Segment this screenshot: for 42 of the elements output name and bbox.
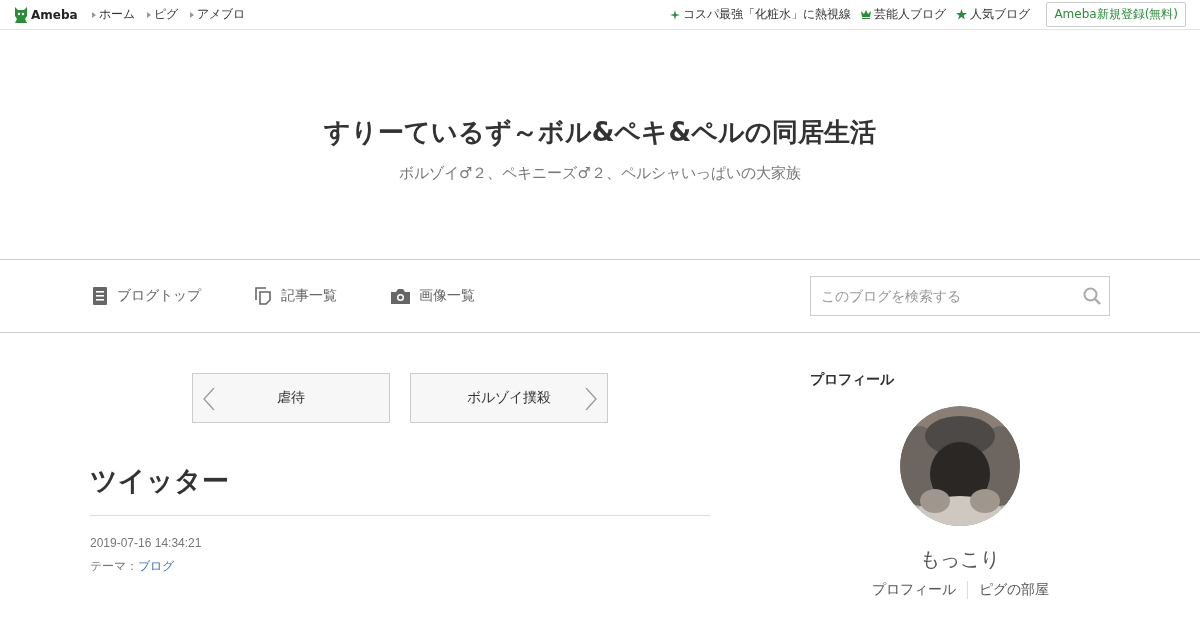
next-article-button[interactable]: ボルゾイ撲殺 — [410, 373, 608, 423]
nav-link[interactable]: ブログトップ — [92, 287, 201, 305]
triangle-icon — [91, 11, 96, 18]
profile-link[interactable]: ピグの部屋 — [966, 581, 1060, 599]
sparkle-icon — [670, 9, 681, 20]
triangle-icon — [189, 11, 194, 18]
search-icon[interactable] — [1083, 287, 1101, 305]
nav-label: 記事一覧 — [281, 287, 337, 305]
nav-link[interactable]: 画像一覧 — [391, 287, 475, 305]
star-icon — [956, 9, 968, 20]
header-link[interactable]: ピグ — [146, 6, 178, 23]
promo-label: 人気ブログ — [970, 6, 1031, 23]
profile-heading: プロフィール — [810, 371, 895, 389]
blog-title[interactable]: すりーているず～ボル&ペキ&ペルの同居生活 — [323, 114, 877, 150]
header-link[interactable]: ホーム — [91, 6, 135, 23]
ameba-logo[interactable]: Ameba — [14, 6, 78, 23]
nav-label: ブログトップ — [117, 287, 201, 305]
article-date: 2019-07-16 14:34:21 — [90, 536, 203, 550]
logo-text: Ameba — [31, 7, 78, 22]
search-field[interactable]: このブログを検索する — [810, 276, 1110, 316]
nav-link[interactable]: 記事一覧 — [255, 287, 337, 305]
chevron-right-icon — [585, 388, 597, 410]
header-promo-link[interactable]: 芸能人ブログ — [861, 6, 947, 23]
theme-link[interactable]: ブログ — [138, 558, 174, 575]
triangle-icon — [146, 11, 151, 18]
logo-icon — [14, 6, 28, 23]
chevron-left-icon — [203, 388, 215, 410]
copy-icon — [255, 287, 272, 305]
document-icon — [92, 287, 108, 305]
theme-label: テーマ： — [90, 558, 138, 575]
crown-icon — [861, 10, 872, 19]
promo-label: 芸能人ブログ — [874, 6, 947, 23]
header-link[interactable]: アメブロ — [189, 6, 245, 23]
signup-button[interactable]: Ameba新規登録(無料) — [1046, 2, 1186, 27]
nav-label: 画像一覧 — [419, 287, 475, 305]
article-title: ツイッター — [90, 463, 710, 516]
profile-name[interactable]: もっこり — [920, 546, 1000, 573]
previous-article-button[interactable]: 虐待 — [192, 373, 390, 423]
header-promo-link[interactable]: 人気ブログ — [956, 6, 1031, 23]
profile-link[interactable]: プロフィール — [860, 581, 967, 599]
camera-icon — [391, 288, 410, 304]
blog-subtitle: ボルゾイ♂２、ペキニーズ♂２、ペルシャいっぱいの大家族 — [399, 163, 801, 183]
